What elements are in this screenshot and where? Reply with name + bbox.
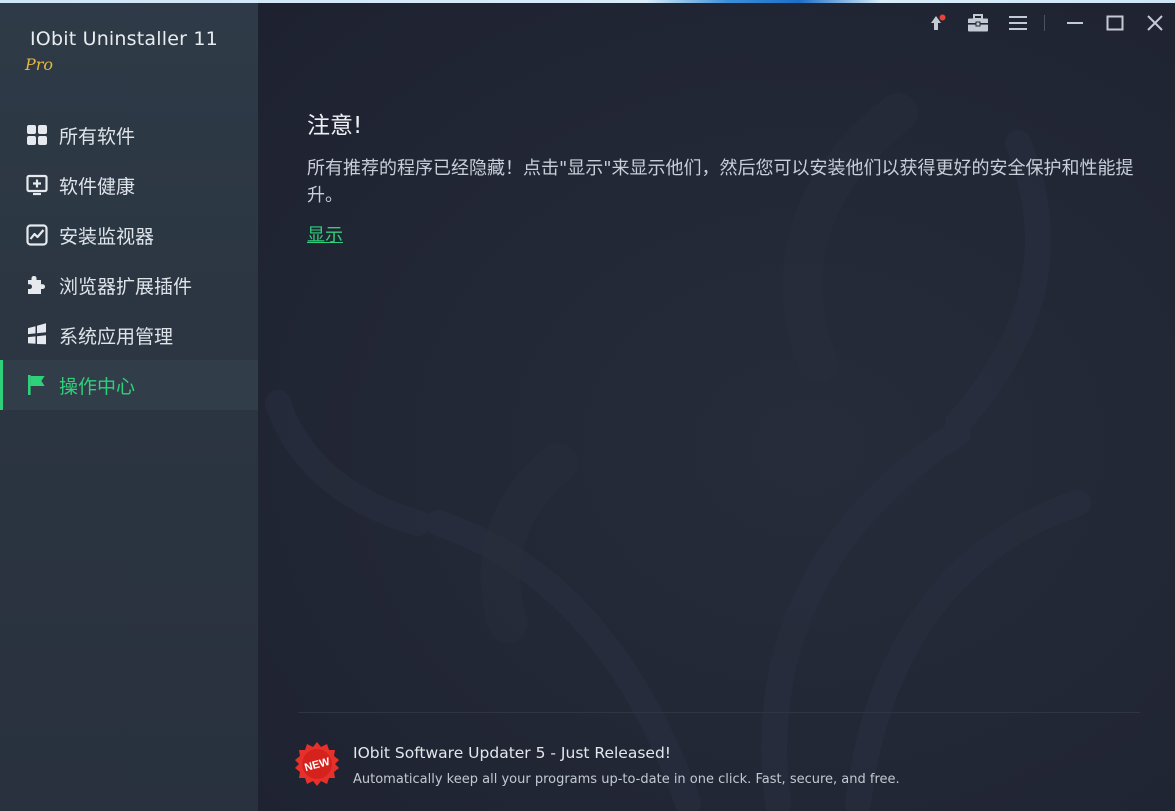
sidebar-item-system-apps[interactable]: 系统应用管理 (0, 310, 258, 360)
sidebar-item-all-software[interactable]: 所有软件 (0, 110, 258, 160)
app-title: IObit Uninstaller 11 (30, 28, 218, 50)
maximize-button[interactable] (1095, 3, 1135, 43)
sidebar-item-label: 软件健康 (59, 175, 136, 198)
sidebar-nav: 所有软件 软件健康 安装监视器 浏览器扩展插件 系统应用管理 操作中心 (0, 110, 258, 410)
sidebar-item-action-center[interactable]: 操作中心 (0, 360, 258, 410)
sidebar: IObit Uninstaller 11 Pro 所有软件 软件健康 安装监视器 (0, 3, 258, 811)
app-edition: Pro (25, 55, 54, 74)
sidebar-item-label: 安装监视器 (59, 225, 155, 248)
titlebar-separator (1044, 15, 1045, 31)
sidebar-item-browser-extensions[interactable]: 浏览器扩展插件 (0, 260, 258, 310)
promo-title[interactable]: IObit Software Updater 5 - Just Released… (353, 744, 671, 762)
close-button[interactable] (1135, 3, 1175, 43)
sidebar-item-label: 操作中心 (59, 375, 136, 398)
main-panel: 注意! 所有推荐的程序已经隐藏！点击"显示"来显示他们，然后您可以安装他们以获得… (258, 3, 1175, 811)
show-link[interactable]: 显示 (307, 221, 343, 247)
sidebar-item-label: 系统应用管理 (59, 325, 174, 348)
grid-icon (25, 123, 49, 147)
notification-icon (931, 14, 946, 30)
minimize-icon (1067, 22, 1083, 24)
toolbox-button[interactable] (958, 3, 998, 43)
monitor-plus-icon (25, 173, 49, 197)
sidebar-item-software-health[interactable]: 软件健康 (0, 160, 258, 210)
notice-text: 所有推荐的程序已经隐藏！点击"显示"来显示他们，然后您可以安装他们以获得更好的安… (307, 158, 1134, 206)
promo-description: Automatically keep all your programs up-… (353, 772, 900, 787)
sidebar-item-label: 所有软件 (59, 125, 136, 148)
titlebar (918, 3, 1175, 43)
toolbox-icon (968, 14, 988, 32)
puzzle-icon (25, 273, 49, 297)
notice-title: 注意! (307, 113, 363, 139)
flag-icon (25, 373, 49, 397)
notification-button[interactable] (918, 3, 958, 43)
new-badge-icon[interactable]: NEW (294, 741, 340, 787)
background-watermark (265, 93, 1091, 811)
sidebar-item-label: 浏览器扩展插件 (59, 275, 193, 298)
app-window: IObit Uninstaller 11 Pro 所有软件 软件健康 安装监视器 (0, 0, 1175, 811)
maximize-icon (1106, 15, 1124, 31)
menu-button[interactable] (998, 3, 1038, 43)
footer-divider (298, 712, 1140, 713)
menu-icon (1009, 16, 1027, 30)
sidebar-item-install-monitor[interactable]: 安装监视器 (0, 210, 258, 260)
windows-icon (25, 323, 49, 347)
minimize-button[interactable] (1055, 3, 1095, 43)
chart-line-icon (25, 223, 49, 247)
close-icon (1147, 15, 1163, 31)
